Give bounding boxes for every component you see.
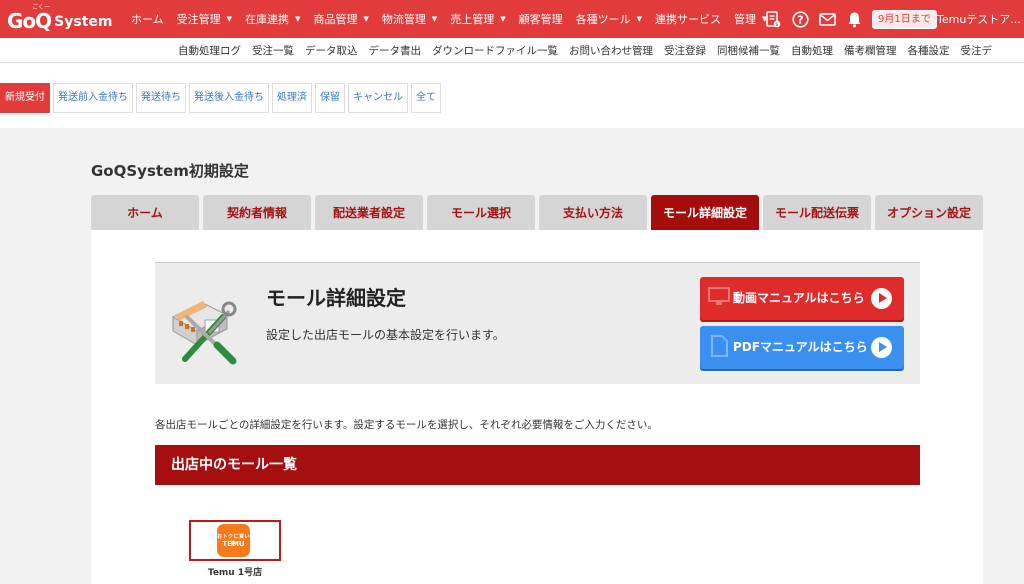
topnav-item[interactable]: 売上管理 ▼: [450, 11, 505, 27]
subnav-item[interactable]: 受注一覧: [252, 43, 294, 58]
status-tab[interactable]: 発送後入金待ち: [189, 83, 269, 113]
topnav-item[interactable]: 受注管理 ▼: [177, 11, 232, 27]
hero-description: 設定した出店モールの基本設定を行います。: [266, 328, 505, 342]
subnav-item[interactable]: 同梱候補一覧: [717, 43, 780, 58]
subnav-item[interactable]: データ取込: [305, 43, 358, 58]
settings-tab[interactable]: 契約者情報: [203, 195, 311, 230]
caret-down-icon: ▼: [500, 15, 506, 23]
page-title: GoQSystem初期設定: [91, 162, 249, 180]
settings-tab[interactable]: モール選択: [427, 195, 535, 230]
caret-down-icon: ▼: [295, 15, 301, 23]
subnav-item[interactable]: ダウンロードファイル一覧: [432, 43, 558, 58]
status-tab[interactable]: 新規受付: [0, 83, 50, 113]
topnav-label: 各種ツール: [575, 13, 631, 26]
topnav-label: 売上管理: [450, 13, 495, 26]
pdf-manual-button[interactable]: PDFマニュアルはこちら: [700, 326, 904, 369]
settings-tab[interactable]: 配送業者設定: [315, 195, 423, 230]
top-icon-group: $ ?: [764, 0, 872, 38]
trial-date-badge: 9月1日まで: [872, 10, 937, 29]
status-tab[interactable]: 発送待ち: [136, 83, 186, 113]
subnav-item[interactable]: データ書出: [369, 43, 422, 58]
topnav-item[interactable]: 各種ツール ▼: [576, 11, 642, 27]
topnav-label: 連携サービス: [655, 13, 722, 26]
shop-tools-icon: [171, 301, 237, 365]
play-icon: [871, 288, 892, 309]
play-icon: [871, 337, 892, 358]
status-tab[interactable]: 処理済: [272, 83, 312, 113]
svg-text:$: $: [775, 22, 778, 28]
topnav-label: ホーム: [131, 13, 164, 26]
pdf-file-icon: [711, 335, 728, 357]
mall-name[interactable]: Temu 1号店: [189, 565, 281, 578]
main-menu: ホーム 受注管理 ▼ 在庫連携 ▼ 商品管理 ▼ 物流管理 ▼ 売上管理 ▼ 顧客管理 各種ツール ▼ 連携…: [131, 0, 780, 38]
logo-main-text: GoQ: [7, 9, 52, 33]
caret-down-icon: ▼: [363, 15, 369, 23]
temu-logo[interactable]: おトクに買い物 TEMU: [217, 524, 250, 557]
info-text: 各出店モールごとの詳細設定を行います。設定するモールを選択し、それぞれ必要情報を…: [155, 419, 658, 431]
user-menu[interactable]: Temuテストア...: [937, 11, 1024, 27]
order-status-bar: 新規受付 発送前入金待ち 発送待ち 発送後入金待ち 処理済 保留 キャンセル 全て: [0, 63, 1024, 128]
order-status-tabs: 新規受付 発送前入金待ち 発送待ち 発送後入金待ち 処理済 保留 キャンセル 全て: [0, 83, 444, 113]
subnav-item[interactable]: 備考欄管理: [844, 43, 897, 58]
status-tab[interactable]: 保留: [315, 83, 345, 113]
hero-title: モール詳細設定: [266, 286, 406, 310]
subnav-item[interactable]: 自動処理ログ: [178, 43, 241, 58]
topnav-item[interactable]: 連携サービス: [655, 11, 721, 27]
mail-icon[interactable]: [818, 10, 836, 28]
settings-tab[interactable]: 支払い方法: [539, 195, 647, 230]
topnav-item[interactable]: ホーム: [131, 11, 164, 27]
sub-menu: 自動処理ログ 受注一覧 データ取込 データ書出 ダウンロードファイル一覧 お問い合わせ管理…: [178, 38, 1003, 62]
video-manual-label: 動画マニュアルはこちら: [733, 291, 865, 305]
caret-down-icon: ▼: [431, 15, 438, 23]
mall-list-header: 出店中のモール一覧: [155, 445, 920, 485]
subnav-item[interactable]: 自動処理: [791, 43, 833, 58]
status-tab[interactable]: 全て: [411, 83, 441, 113]
temu-logo-text: TEMU: [222, 540, 245, 548]
video-manual-button[interactable]: 動画マニュアルはこちら: [700, 277, 904, 320]
sub-navbar: 自動処理ログ 受注一覧 データ取込 データ書出 ダウンロードファイル一覧 お問い合わせ管理…: [0, 38, 1024, 63]
topnav-item[interactable]: 物流管理 ▼: [382, 11, 437, 27]
topnav-label: 顧客管理: [518, 13, 563, 26]
svg-text:?: ?: [797, 13, 803, 26]
monitor-icon: [708, 287, 730, 305]
pdf-manual-label: PDFマニュアルはこちら: [733, 340, 868, 354]
topnav-item[interactable]: 商品管理 ▼: [313, 11, 368, 27]
top-navbar: ごくー GoQ System ホーム 受注管理 ▼ 在庫連携 ▼ 商品管理 ▼ 物流管理 ▼ 売上…: [0, 0, 1024, 38]
caret-down-icon: ▼: [636, 15, 643, 23]
goq-logo[interactable]: ごくー GoQ System: [7, 4, 113, 33]
subnav-item[interactable]: お問い合わせ管理: [569, 43, 653, 58]
settings-tab[interactable]: オプション設定: [875, 195, 983, 230]
settings-tab[interactable]: モール配送伝票: [763, 195, 871, 230]
subnav-item[interactable]: 各種設定: [908, 43, 950, 58]
topnav-label: 物流管理: [381, 13, 426, 26]
help-icon[interactable]: ?: [791, 10, 809, 28]
settings-tabs: ホーム 契約者情報 配送業者設定 モール選択 支払い方法 モール詳細設定 モール配送伝票 オプ…: [91, 195, 983, 230]
document-icon[interactable]: $: [764, 10, 782, 28]
topnav-item[interactable]: 管理 ▼: [734, 11, 767, 27]
settings-tab[interactable]: ホーム: [91, 195, 199, 230]
caret-down-icon: ▼: [226, 15, 233, 23]
status-tab[interactable]: キャンセル: [348, 83, 408, 113]
topnav-label: 在庫連携: [245, 13, 290, 26]
settings-tab[interactable]: モール詳細設定: [651, 195, 759, 230]
topnav-label: 受注管理: [176, 13, 221, 26]
status-tab[interactable]: 発送前入金待ち: [53, 83, 133, 113]
topnav-item[interactable]: 在庫連携 ▼: [245, 11, 300, 27]
subnav-item[interactable]: 受注デ: [961, 43, 993, 58]
topnav-item[interactable]: 顧客管理: [519, 11, 563, 27]
subnav-item[interactable]: 受注登録: [664, 43, 706, 58]
logo-kana: ごくー: [32, 4, 51, 11]
bell-icon[interactable]: [845, 10, 863, 28]
topnav-label: 管理: [734, 13, 757, 26]
logo-sub-text: System: [54, 14, 113, 30]
topnav-label: 商品管理: [313, 13, 358, 26]
